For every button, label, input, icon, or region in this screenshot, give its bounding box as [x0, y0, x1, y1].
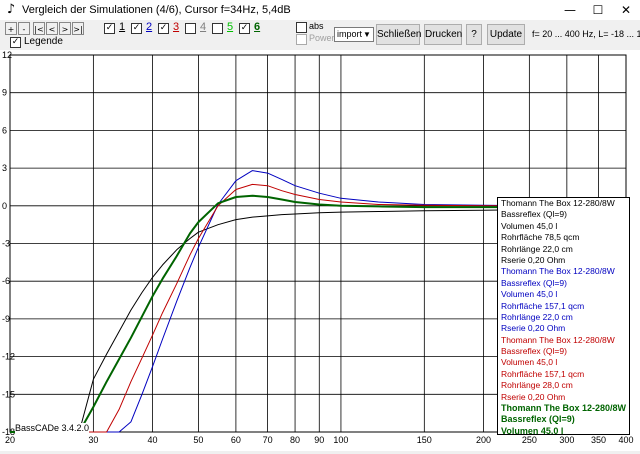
- legend-line: Thomann The Box 12-280/8W: [501, 403, 627, 414]
- legende-checkbox[interactable]: ✓: [10, 37, 21, 48]
- y-tick-label: 0: [2, 201, 7, 211]
- first-button[interactable]: |<: [33, 22, 45, 35]
- legend-line: Bassreflex (Ql=9): [501, 209, 567, 220]
- x-tick-label: 30: [88, 435, 98, 445]
- x-tick-label: 50: [193, 435, 203, 445]
- chevron-down-icon[interactable]: ▼: [361, 28, 373, 41]
- y-tick-label: -12: [2, 352, 15, 362]
- y-tick-label: 12: [2, 50, 12, 60]
- next-button[interactable]: >: [59, 22, 71, 35]
- zoom-out-button[interactable]: -: [18, 22, 30, 35]
- x-tick-label: 200: [476, 435, 491, 445]
- legend-line: Bassreflex (Ql=9): [501, 414, 575, 425]
- last-button[interactable]: >|: [72, 22, 84, 35]
- y-tick-label: -15: [2, 389, 15, 399]
- series-5-checkbox[interactable]: [212, 23, 223, 34]
- series-1-label: 1: [119, 21, 126, 33]
- update-button[interactable]: Update: [487, 24, 525, 45]
- legend-line: Rohrlänge 28,0 cm: [501, 380, 573, 391]
- series-5-label: 5: [227, 21, 234, 33]
- x-tick-label: 250: [522, 435, 537, 445]
- y-tick-label: 9: [2, 88, 7, 98]
- window-title: Vergleich der Simulationen (4/6), Cursor…: [22, 4, 291, 16]
- y-tick-label: -3: [2, 239, 10, 249]
- x-tick-label: 400: [618, 435, 633, 445]
- legend-line: Rohrfläche 157,1 qcm: [501, 368, 585, 379]
- series-3-checkbox[interactable]: ✓: [158, 23, 169, 34]
- series-2-checkbox[interactable]: ✓: [131, 23, 142, 34]
- legend-line: Rserie 0,20 Ohm: [501, 254, 566, 265]
- y-tick-label: 6: [2, 125, 7, 135]
- legend-line: Volumen 45,0 l: [501, 357, 558, 368]
- legend-line: Rohrfläche 157,1 qcm: [501, 300, 585, 311]
- legend-line: Rohrlänge 22,0 cm: [501, 243, 573, 254]
- legend-line: Thomann The Box 12-280/8W: [501, 198, 615, 208]
- series-2-label: 2: [146, 21, 153, 33]
- series-4-checkbox[interactable]: [185, 23, 196, 34]
- schliessen-button[interactable]: Schließen: [376, 24, 421, 45]
- x-tick-label: 100: [333, 435, 348, 445]
- x-tick-label: 90: [314, 435, 324, 445]
- x-tick-label: 300: [559, 435, 574, 445]
- x-tick-label: 40: [148, 435, 158, 445]
- legend-line: Rserie 0,20 Ohm: [501, 323, 566, 334]
- legend-line: Rohrlänge 22,0 cm: [501, 311, 573, 322]
- series-1-checkbox[interactable]: ✓: [104, 23, 115, 34]
- legend-line: Bassreflex (Ql=9): [501, 277, 567, 288]
- help-button[interactable]: ?: [466, 24, 482, 45]
- range-info: f= 20 ... 400 Hz, L= -18 ... 12 dB: [532, 29, 640, 39]
- y-tick-label: 3: [2, 163, 7, 173]
- legend-line: Volumen 45,0 l: [501, 220, 558, 231]
- y-tick-label: -6: [2, 276, 10, 286]
- series-6-label: 6: [254, 21, 261, 33]
- x-tick-label: 70: [263, 435, 273, 445]
- power-label: Power: [309, 33, 335, 43]
- x-tick-label: 350: [591, 435, 606, 445]
- maximize-button[interactable]: ☐: [584, 0, 612, 20]
- legend-line: Rohrfläche 78,5 qcm: [501, 232, 580, 243]
- import-select-value: import: [337, 29, 363, 39]
- abs-checkbox[interactable]: [296, 22, 307, 33]
- legend-line: Volumen 45,0 l: [501, 425, 564, 435]
- x-tick-label: 80: [290, 435, 300, 445]
- x-tick-label: 150: [417, 435, 432, 445]
- legend-line: Bassreflex (Ql=9): [501, 346, 567, 357]
- series-4-label: 4: [200, 21, 207, 33]
- legende-label: Legende: [24, 36, 63, 47]
- import-select[interactable]: import ▼: [334, 27, 374, 42]
- toolbar: + - |< < > >| ✓ 1 ✓ 2 ✓ 3 4 5 ✓ 6 ✓ Lege…: [0, 20, 640, 50]
- speaker-icon[interactable]: ♪: [4, 3, 18, 17]
- prev-button[interactable]: <: [46, 22, 58, 35]
- series-3-label: 3: [173, 21, 180, 33]
- title-bar: ♪ Vergleich der Simulationen (4/6), Curs…: [0, 0, 640, 20]
- legend-box: Thomann The Box 12-280/8W Bassreflex (Ql=…: [497, 197, 630, 435]
- minimize-button[interactable]: —: [556, 0, 584, 20]
- close-button[interactable]: ✕: [612, 0, 640, 20]
- legend-line: Volumen 45,0 l: [501, 289, 558, 300]
- legend-line: Thomann The Box 12-280/8W: [501, 266, 615, 277]
- abs-label: abs: [309, 21, 324, 31]
- zoom-in-button[interactable]: +: [5, 22, 17, 35]
- drucken-button[interactable]: Drucken: [424, 24, 462, 45]
- legend-line: Rserie 0,20 Ohm: [501, 391, 566, 402]
- y-tick-label: -9: [2, 314, 10, 324]
- power-checkbox[interactable]: [296, 34, 307, 45]
- legend-line: Thomann The Box 12-280/8W: [501, 334, 615, 345]
- series-6-checkbox[interactable]: ✓: [239, 23, 250, 34]
- version-label: BassCADe 3.4.2.0: [15, 423, 90, 433]
- x-tick-label: 60: [231, 435, 241, 445]
